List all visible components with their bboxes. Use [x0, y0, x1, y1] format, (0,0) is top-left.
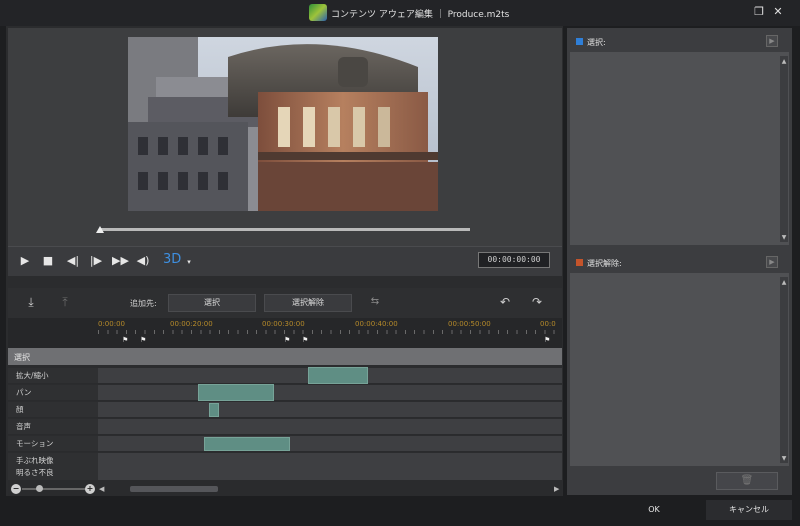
flag-marker-icon[interactable]: ⚑: [302, 336, 309, 344]
deselect-list[interactable]: [570, 273, 789, 466]
ruler-tick: 00:0: [540, 320, 556, 328]
track-lane[interactable]: [98, 367, 562, 384]
track-row-pan[interactable]: パン: [8, 384, 562, 401]
swap-icon[interactable]: ⇆: [366, 293, 384, 311]
redo-icon[interactable]: ↷: [528, 293, 546, 311]
track-lane[interactable]: [98, 419, 562, 434]
close-icon[interactable]: ✕: [771, 5, 785, 19]
delete-icon[interactable]: 🗑: [716, 472, 778, 490]
detected-clip[interactable]: [198, 384, 274, 401]
track-row-poor-lighting[interactable]: 明るさ不良: [8, 465, 562, 481]
track-row-motion[interactable]: モーション: [8, 436, 562, 452]
selection-track-label: 選択: [14, 353, 30, 362]
selection-track-header[interactable]: [8, 348, 562, 365]
deselect-list-scrollbar[interactable]: [780, 277, 788, 463]
track-row-face[interactable]: 顔: [8, 402, 562, 418]
select-list-scrollbar[interactable]: [780, 56, 788, 242]
zoom-in-icon[interactable]: +: [85, 484, 95, 494]
ruler-ticks: [98, 330, 562, 334]
track-row-audio[interactable]: 音声: [8, 419, 562, 435]
track-label: 明るさ不良: [8, 465, 98, 480]
export-icon[interactable]: ⤒: [56, 293, 74, 311]
deselect-button[interactable]: 選択解除: [264, 294, 352, 312]
track-label: 顔: [8, 402, 98, 417]
window-title: コンテンツ アウェア編集 ｜ Produce.m2ts: [331, 10, 510, 20]
undo-icon[interactable]: ↶: [496, 293, 514, 311]
track-label: モーション: [8, 436, 98, 451]
track-row-zoom[interactable]: 拡大/縮小: [8, 367, 562, 384]
ruler-tick: 00:00:40:00: [355, 320, 398, 328]
scroll-up-icon[interactable]: ▲: [780, 279, 788, 287]
detected-clip[interactable]: [209, 403, 219, 417]
track-lane[interactable]: [98, 384, 562, 401]
ok-button[interactable]: OK: [615, 500, 693, 520]
ruler-tick: 00:00:50:00: [448, 320, 491, 328]
detected-clip[interactable]: [308, 367, 368, 384]
cancel-button[interactable]: キャンセル: [706, 500, 792, 520]
fast-forward-icon[interactable]: ▶▶: [112, 255, 129, 267]
scroll-down-icon[interactable]: ▼: [780, 455, 788, 463]
timecode-display: 00:00:00:00: [478, 252, 550, 268]
flag-marker-icon[interactable]: ⚑: [122, 336, 129, 344]
import-icon[interactable]: ⤓: [22, 293, 40, 311]
scroll-up-icon[interactable]: ▲: [780, 58, 788, 66]
seek-bar[interactable]: [100, 228, 470, 231]
view-3d-icon[interactable]: 3D: [163, 253, 181, 266]
restore-window-icon[interactable]: ❐: [752, 5, 766, 19]
detected-clip[interactable]: [204, 437, 290, 451]
flag-marker-icon[interactable]: ⚑: [140, 336, 147, 344]
track-lane[interactable]: [98, 465, 562, 480]
track-lane[interactable]: [98, 402, 562, 417]
zoom-slider-knob[interactable]: [36, 485, 43, 492]
app-logo-icon: [309, 4, 327, 21]
select-panel-title: 選択:: [587, 38, 606, 47]
video-frame: [128, 37, 438, 211]
seek-handle[interactable]: [96, 226, 104, 233]
volume-icon[interactable]: ◀): [136, 255, 150, 267]
zoom-out-icon[interactable]: −: [11, 484, 21, 494]
play-deselection-icon[interactable]: ▶: [766, 256, 778, 268]
horizontal-scrollbar[interactable]: [130, 486, 218, 492]
ruler-tick: 0:00:00: [98, 320, 125, 328]
play-selection-icon[interactable]: ▶: [766, 35, 778, 47]
next-frame-icon[interactable]: |▶: [89, 255, 103, 267]
stop-icon[interactable]: ■: [41, 255, 55, 267]
track-lane[interactable]: [98, 436, 562, 451]
building-video-still: [128, 37, 438, 211]
chevron-down-icon[interactable]: ▾: [182, 256, 196, 268]
previous-frame-icon[interactable]: ◀|: [66, 255, 80, 267]
track-label: 音声: [8, 419, 98, 434]
ruler-tick: 00:00:20:00: [170, 320, 213, 328]
zoom-slider[interactable]: [22, 488, 86, 490]
flag-marker-icon[interactable]: ⚑: [544, 336, 551, 344]
select-color-icon: [576, 38, 583, 45]
deselect-color-icon: [576, 259, 583, 266]
track-label: 拡大/縮小: [8, 368, 98, 383]
deselect-panel-title: 選択解除:: [587, 259, 622, 268]
flag-marker-icon[interactable]: ⚑: [284, 336, 291, 344]
scroll-right-icon[interactable]: ▶: [554, 484, 562, 494]
add-to-label: 追加先:: [130, 299, 157, 308]
select-list[interactable]: [570, 52, 789, 245]
select-button[interactable]: 選択: [168, 294, 256, 312]
ruler-tick: 00:00:30:00: [262, 320, 305, 328]
scroll-left-icon[interactable]: ◀: [99, 484, 107, 494]
track-label: パン: [8, 385, 98, 400]
play-icon[interactable]: ▶: [18, 255, 32, 267]
scroll-down-icon[interactable]: ▼: [780, 234, 788, 242]
